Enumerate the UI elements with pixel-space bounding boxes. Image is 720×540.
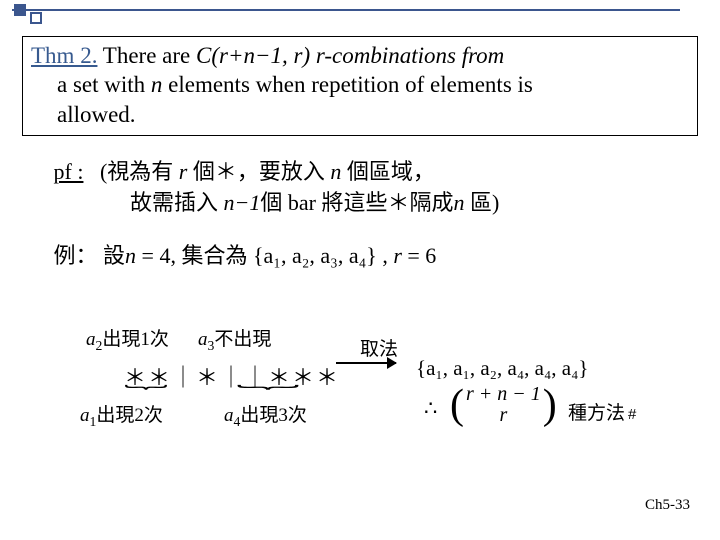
hash-mark: #: [628, 406, 636, 423]
binomial-inner: r + n − 1 r: [464, 384, 543, 426]
theorem-line-3: allowed.: [31, 100, 689, 129]
result-set: {a₁, a₁, a₂, a₄, a₄, a₄}: [416, 356, 589, 381]
a1-label-a: a: [80, 405, 90, 426]
a3-note: a3不出現: [198, 324, 271, 351]
a2-note: a2出現1次: [86, 324, 169, 351]
left-paren: (: [450, 384, 464, 426]
deco-line: [12, 9, 680, 11]
ways-text: 種方法: [568, 403, 625, 424]
example-set: {a₁, a₂, a₃, a₄}: [253, 243, 377, 268]
ways-label: 種方法#: [568, 398, 636, 425]
proof-n: n: [330, 159, 341, 184]
proof-1b: 個＊，要放入: [187, 159, 330, 184]
proof-2b: 個 bar 將這些＊隔成: [260, 190, 453, 215]
proof-n2: n: [453, 190, 464, 215]
proof-1a: (視為有: [100, 159, 179, 184]
theorem-line-1: Thm 2. There are C(r+n−1, r) r-combinati…: [31, 41, 689, 70]
theorem-formula: C(r+n−1, r): [196, 43, 310, 68]
right-paren: ): [543, 384, 557, 426]
a4-note: a4出現3次: [224, 400, 307, 427]
theorem-label: Thm 2.: [31, 43, 97, 68]
binomial-expression: ( r + n − 1 r ): [450, 384, 557, 426]
theorem-line-2: a set with n elements when repetition of…: [31, 70, 689, 99]
theorem-n: n: [151, 72, 163, 97]
deco-square-filled: [14, 4, 26, 16]
slide-top-decoration: [0, 0, 720, 24]
proof-2c: 區): [464, 190, 499, 215]
example-label: 例：: [54, 243, 98, 268]
page-number: Ch5-33: [645, 497, 690, 514]
a2-note-text: 出現1次: [102, 329, 169, 350]
a3-label-a: a: [198, 329, 208, 350]
proof-nm1: n−1: [224, 190, 261, 215]
a4-label-a: a: [224, 405, 234, 426]
example-line: 例： 設n = 4, 集合為 {a₁, a₂, a₃, a₄} , r = 6: [22, 240, 698, 271]
example-setn: 設: [103, 243, 125, 268]
therefore-symbol: ∴: [424, 396, 437, 421]
theorem-text-3: allowed.: [57, 102, 136, 127]
a4-note-text: 出現3次: [240, 405, 307, 426]
example-eq4: = 4, 集合為: [136, 243, 253, 268]
binom-bot: r: [499, 405, 507, 426]
arrow-icon: [336, 362, 396, 364]
theorem-text-2a: a set with: [57, 72, 151, 97]
theorem-text-1b: r-combinations from: [316, 43, 504, 68]
a1-note: a1出現2次: [80, 400, 163, 427]
binom-top: r + n − 1: [466, 384, 541, 405]
body-area: pf : (視為有 r 個＊，要放入 n 個區域， 故需插入 n−1個 bar …: [22, 156, 698, 272]
a3-note-text: 不出現: [214, 329, 271, 350]
a2-label-a: a: [86, 329, 96, 350]
proof-line-2: 故需插入 n−1個 bar 將這些＊隔成n 區): [22, 187, 698, 218]
deco-square-outline: [30, 12, 42, 24]
example-eq6: = 6: [402, 243, 436, 268]
proof-1c: 個區域，: [341, 159, 435, 184]
example-n: n: [125, 243, 136, 268]
theorem-box: Thm 2. There are C(r+n−1, r) r-combinati…: [22, 36, 698, 136]
example-comma: ,: [377, 243, 394, 268]
proof-label: pf :: [54, 159, 84, 184]
a1-note-text: 出現2次: [96, 405, 163, 426]
example-r: r: [393, 243, 402, 268]
proof-2a: 故需插入: [130, 190, 224, 215]
theorem-text-2b: elements when repetition of elements is: [162, 72, 532, 97]
proof-line-1: pf : (視為有 r 個＊，要放入 n 個區域，: [22, 156, 698, 187]
theorem-text-1a: There are: [103, 43, 196, 68]
